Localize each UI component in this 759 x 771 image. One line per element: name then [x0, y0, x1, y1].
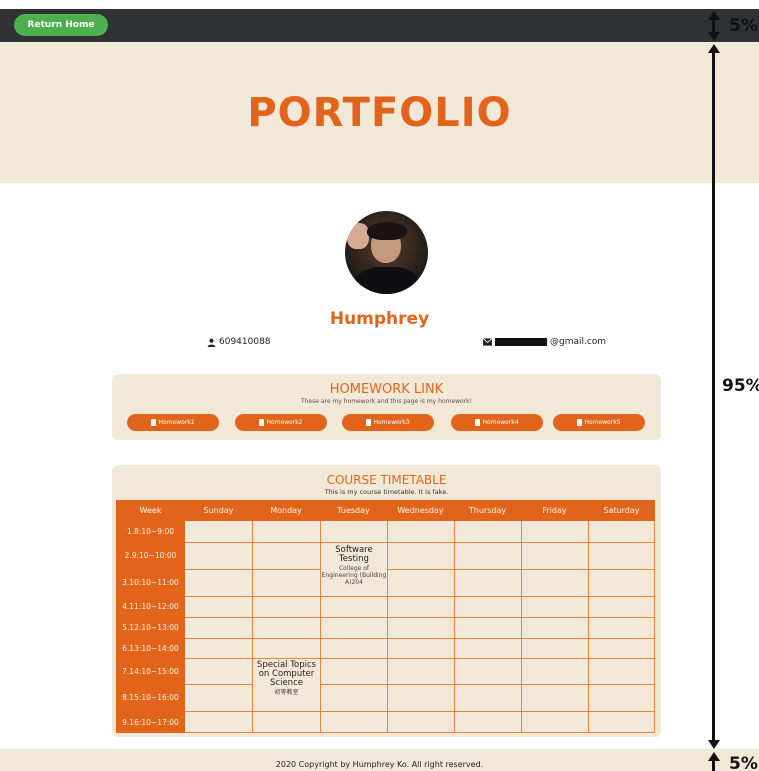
period-7: 7.14:10~15:00 — [122, 666, 179, 676]
homework1-button[interactable]: Homework1 — [127, 414, 219, 431]
return-home-button[interactable]: Return Home — [14, 14, 108, 36]
annotation-bottom-percent: 5% — [729, 754, 758, 771]
avatar-shirt — [355, 267, 419, 294]
header-thursday: Thursday — [468, 506, 507, 515]
annotation-line — [712, 19, 715, 33]
homework2-button[interactable]: Homework2 — [235, 414, 327, 431]
course-location: 初等教室 — [274, 689, 299, 696]
course-location: College of Engineering (Building A)204 — [321, 565, 387, 586]
period-4: 4.11:10~12:00 — [122, 602, 179, 611]
header-tuesday: Tuesday — [337, 506, 370, 515]
period-6: 6.13:10~14:00 — [122, 643, 179, 653]
homework4-button[interactable]: Homework4 — [451, 414, 543, 431]
student-id: 609410088 — [207, 337, 271, 347]
course-timetable-panel: COURSE TIMETABLE This is my course timet… — [112, 465, 661, 737]
homework3-button[interactable]: Homework3 — [342, 414, 434, 431]
course-software-testing[interactable]: Software Testing College of Engineering … — [321, 543, 387, 596]
grid-line — [185, 617, 655, 618]
course-special-topics[interactable]: Special Topics on Computer Science 初等教室 — [253, 659, 320, 711]
period-9: 9.16:10~17:00 — [122, 717, 179, 727]
homework3-label: Homework3 — [373, 419, 410, 426]
header-week: Week — [139, 506, 162, 515]
header-saturday: Saturday — [603, 506, 640, 515]
timetable-header-row: Week Sunday Monday Tuesday Wednesday Thu… — [116, 500, 655, 521]
course-title: Software Testing — [335, 545, 373, 564]
timetable-subtitle: This is my course timetable. It is fake. — [324, 488, 449, 496]
homework5-button[interactable]: Homework5 — [553, 414, 645, 431]
envelope-icon — [483, 338, 492, 346]
annotation-line — [712, 52, 715, 742]
timetable-grid: Week Sunday Monday Tuesday Wednesday Thu… — [116, 500, 655, 733]
period-5: 5.12:10~13:00 — [122, 623, 179, 632]
grid-line — [185, 542, 655, 543]
file-icon — [577, 419, 583, 426]
grid-line — [654, 521, 655, 733]
timetable-title: COURSE TIMETABLE — [326, 473, 447, 487]
page-title: PORTFOLIO — [247, 90, 512, 136]
header-friday: Friday — [542, 506, 567, 515]
homework1-label: Homework1 — [158, 419, 195, 426]
hero-banner: PORTFOLIO — [0, 42, 759, 183]
homework4-label: Homework4 — [482, 419, 519, 426]
grid-line — [185, 638, 655, 639]
header-sunday: Sunday — [203, 506, 234, 515]
annotation-middle-percent: 95% — [722, 376, 759, 396]
top-navbar: Return Home — [0, 9, 759, 42]
course-title: Special Topics on Computer Science — [256, 660, 317, 688]
avatar — [345, 211, 428, 294]
homework-link-panel: HOMEWORK LINK These are my homework and … — [112, 374, 661, 440]
profile-name: Humphrey — [329, 309, 430, 329]
period-2: 2.9:10~10:00 — [124, 551, 177, 560]
homework2-label: Homework2 — [266, 419, 303, 426]
header-wednesday: Wednesday — [397, 506, 444, 515]
file-icon — [151, 419, 157, 426]
homework5-label: Homework5 — [584, 419, 621, 426]
grid-line — [588, 521, 589, 733]
period-8: 8.15:10~16:00 — [122, 693, 179, 702]
homework-title: HOMEWORK LINK — [329, 382, 444, 397]
grid-line — [185, 569, 655, 570]
homework-subtitle: These are my homework and this page is m… — [300, 398, 473, 405]
arrow-down-icon — [708, 740, 720, 749]
grid-line — [185, 732, 655, 733]
student-id-value: 609410088 — [219, 337, 271, 347]
grid-line — [454, 521, 455, 733]
copyright-text: 2020 Copyright by Humphrey Ko. All right… — [275, 760, 484, 769]
grid-line — [387, 521, 388, 733]
annotation-line — [712, 760, 715, 771]
grid-line — [185, 711, 655, 712]
email-contact: @gmail.com — [483, 337, 606, 347]
avatar-hand — [347, 223, 369, 249]
file-icon — [475, 419, 481, 426]
arrow-down-icon — [708, 32, 720, 41]
footer: 2020 Copyright by Humphrey Ko. All right… — [0, 749, 759, 771]
grid-line — [185, 596, 655, 597]
annotation-top-percent: 5% — [729, 16, 758, 36]
period-3: 3.10:10~11:00 — [122, 578, 179, 587]
redacted-email-name — [495, 338, 547, 346]
period-1: 1.8:10~9:00 — [126, 527, 175, 536]
avatar-hair — [367, 222, 407, 240]
grid-line — [521, 521, 522, 733]
user-icon — [207, 338, 216, 347]
file-icon — [366, 419, 372, 426]
header-monday: Monday — [270, 506, 302, 515]
email-suffix: @gmail.com — [550, 337, 607, 347]
file-icon — [259, 419, 265, 426]
